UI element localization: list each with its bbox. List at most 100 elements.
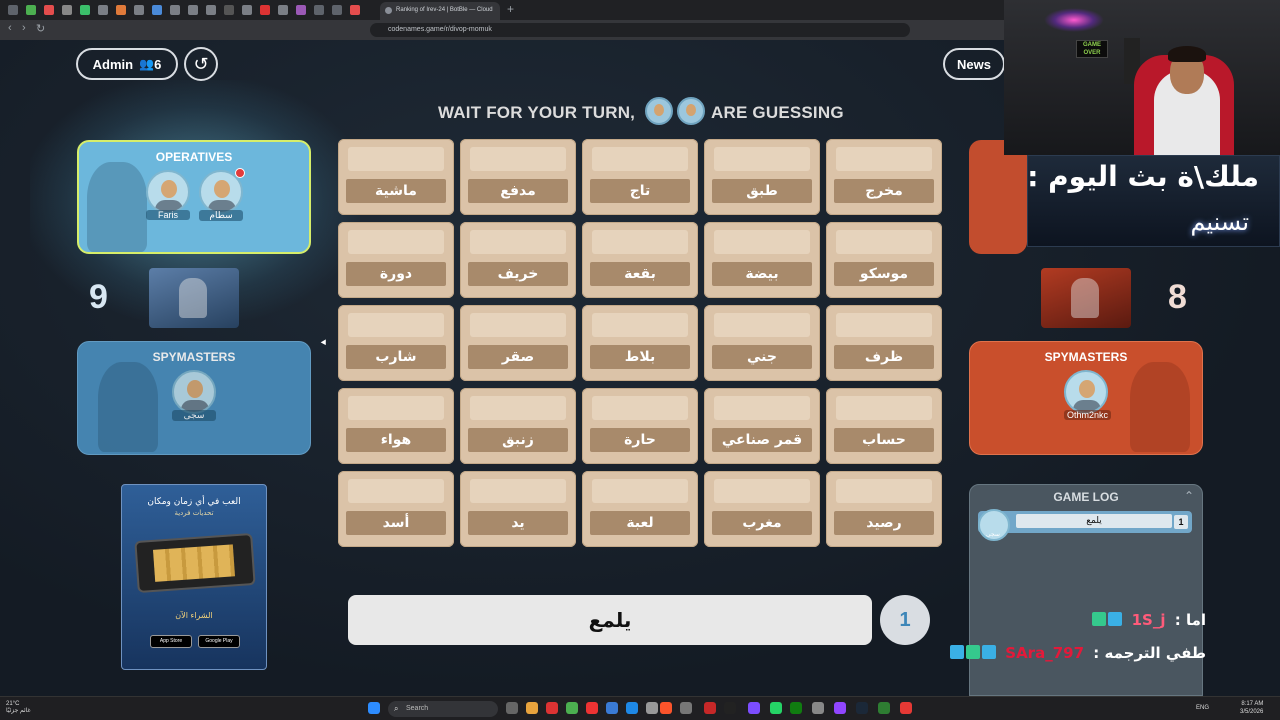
reset-icon[interactable]: ↺: [184, 47, 218, 81]
steam-icon[interactable]: [856, 702, 868, 714]
tab-icon[interactable]: [80, 5, 90, 15]
player-card[interactable]: Faris: [146, 170, 190, 220]
word-card[interactable]: شارب: [338, 305, 454, 381]
word-card[interactable]: لعبة: [582, 471, 698, 547]
word-label: أسد: [346, 511, 446, 535]
word-card[interactable]: يد: [460, 471, 576, 547]
word-card[interactable]: رصيد: [826, 471, 942, 547]
google-play-badge[interactable]: Google Play: [198, 635, 240, 648]
taskview-icon[interactable]: [506, 702, 518, 714]
tab-icon[interactable]: [116, 5, 126, 15]
word-card[interactable]: تاج: [582, 139, 698, 215]
chat-separator: :: [1088, 644, 1100, 662]
tab-icon[interactable]: [188, 5, 198, 15]
active-tab[interactable]: Ranking of Irev-24 | BotBle — Cloud: [380, 2, 500, 20]
app-icon[interactable]: [680, 702, 692, 714]
admin-button[interactable]: Admin 👥 6: [76, 48, 178, 80]
word-card[interactable]: ظرف: [826, 305, 942, 381]
tab-icon[interactable]: [134, 5, 144, 15]
chat-badges: [1090, 611, 1123, 630]
xbox-icon[interactable]: [790, 702, 802, 714]
word-card[interactable]: مدفع: [460, 139, 576, 215]
app-icon[interactable]: [646, 702, 658, 714]
player-card[interactable]: سجى: [172, 370, 216, 421]
weather-widget[interactable]: 21°C غائم جزئيًا: [6, 701, 31, 714]
word-card[interactable]: مغرب: [704, 471, 820, 547]
app-ad-banner[interactable]: العب في أي زمان ومكان تحديات فردية الشرا…: [121, 484, 267, 670]
tab-icon[interactable]: [260, 5, 270, 15]
taskbar-search[interactable]: ⌕ Search: [388, 701, 498, 717]
player-card[interactable]: Othm2nkc: [1064, 370, 1112, 420]
app-icon[interactable]: [526, 702, 538, 714]
tab-icon[interactable]: [350, 5, 360, 15]
blue-operatives-panel: OPERATIVES Faris سطام: [77, 140, 311, 254]
app-icon[interactable]: [626, 702, 638, 714]
word-card[interactable]: هواء: [338, 388, 454, 464]
word-card[interactable]: حساب: [826, 388, 942, 464]
tab-icon[interactable]: [242, 5, 252, 15]
tab-icon[interactable]: [332, 5, 342, 15]
word-card[interactable]: بقعة: [582, 222, 698, 298]
app-icon[interactable]: [900, 702, 912, 714]
tab-icon[interactable]: [98, 5, 108, 15]
word-label: ماشية: [346, 179, 446, 203]
tab-icon[interactable]: [296, 5, 306, 15]
word-card[interactable]: أسد: [338, 471, 454, 547]
word-card[interactable]: حارة: [582, 388, 698, 464]
word-card[interactable]: زنبق: [460, 388, 576, 464]
app-icon[interactable]: [834, 702, 846, 714]
word-card[interactable]: خريف: [460, 222, 576, 298]
word-card[interactable]: بلاط: [582, 305, 698, 381]
whatsapp-icon[interactable]: [770, 702, 782, 714]
url-field[interactable]: codenames.game/r/divop-momuk: [370, 23, 910, 37]
word-card[interactable]: ماشية: [338, 139, 454, 215]
clock[interactable]: 8:17 AM 3/5/2026: [1240, 700, 1263, 716]
app-icon[interactable]: [704, 702, 716, 714]
word-card[interactable]: صقر: [460, 305, 576, 381]
word-card[interactable]: جني: [704, 305, 820, 381]
language-indicator[interactable]: ENG: [1196, 705, 1209, 711]
tab-icon[interactable]: [314, 5, 324, 15]
app-icon[interactable]: [566, 702, 578, 714]
forward-icon[interactable]: ›: [22, 22, 26, 34]
app-icon[interactable]: [748, 702, 760, 714]
app-store-badge[interactable]: App Store: [150, 635, 192, 648]
news-button[interactable]: News: [943, 48, 1005, 80]
tab-icon[interactable]: [224, 5, 234, 15]
reload-icon[interactable]: ↻: [36, 22, 45, 35]
new-tab-icon[interactable]: +: [507, 2, 514, 16]
tab-icon[interactable]: [206, 5, 216, 15]
word-card[interactable]: دورة: [338, 222, 454, 298]
settings-icon[interactable]: [812, 702, 824, 714]
tab-icon[interactable]: [152, 5, 162, 15]
word-card[interactable]: بيضة: [704, 222, 820, 298]
app-icon[interactable]: [546, 702, 558, 714]
chevron-up-icon[interactable]: ⌃: [1184, 489, 1194, 503]
word-card[interactable]: قمر صناعي: [704, 388, 820, 464]
word-card[interactable]: موسكو: [826, 222, 942, 298]
app-icon[interactable]: [878, 702, 890, 714]
tab-icon[interactable]: [8, 5, 18, 15]
word-card[interactable]: طبق: [704, 139, 820, 215]
back-icon[interactable]: ‹: [8, 22, 12, 34]
badge-icon: [966, 644, 981, 659]
word-label: رصيد: [834, 511, 934, 535]
start-icon[interactable]: [368, 702, 380, 714]
app-icon[interactable]: [606, 702, 618, 714]
overlay-line2: تسنيم: [1190, 208, 1249, 236]
banner-text-left: WAIT FOR YOUR TURN,: [438, 103, 636, 122]
brave-browser-icon[interactable]: [660, 702, 672, 714]
badge-icon: [950, 644, 965, 659]
ad-subtitle: تحديات فردية: [174, 509, 214, 517]
tab-icon[interactable]: [170, 5, 180, 15]
tab-icon[interactable]: [62, 5, 72, 15]
player-card[interactable]: سطام: [199, 168, 245, 221]
tab-icon[interactable]: [26, 5, 36, 15]
red-operatives-panel: [969, 140, 1027, 254]
tab-icon[interactable]: [278, 5, 288, 15]
word-card[interactable]: مخرج: [826, 139, 942, 215]
app-icon[interactable]: [724, 702, 736, 714]
app-icon[interactable]: [586, 702, 598, 714]
tab-icon[interactable]: [44, 5, 54, 15]
chat-message: اما : 1S_j: [1090, 611, 1206, 633]
